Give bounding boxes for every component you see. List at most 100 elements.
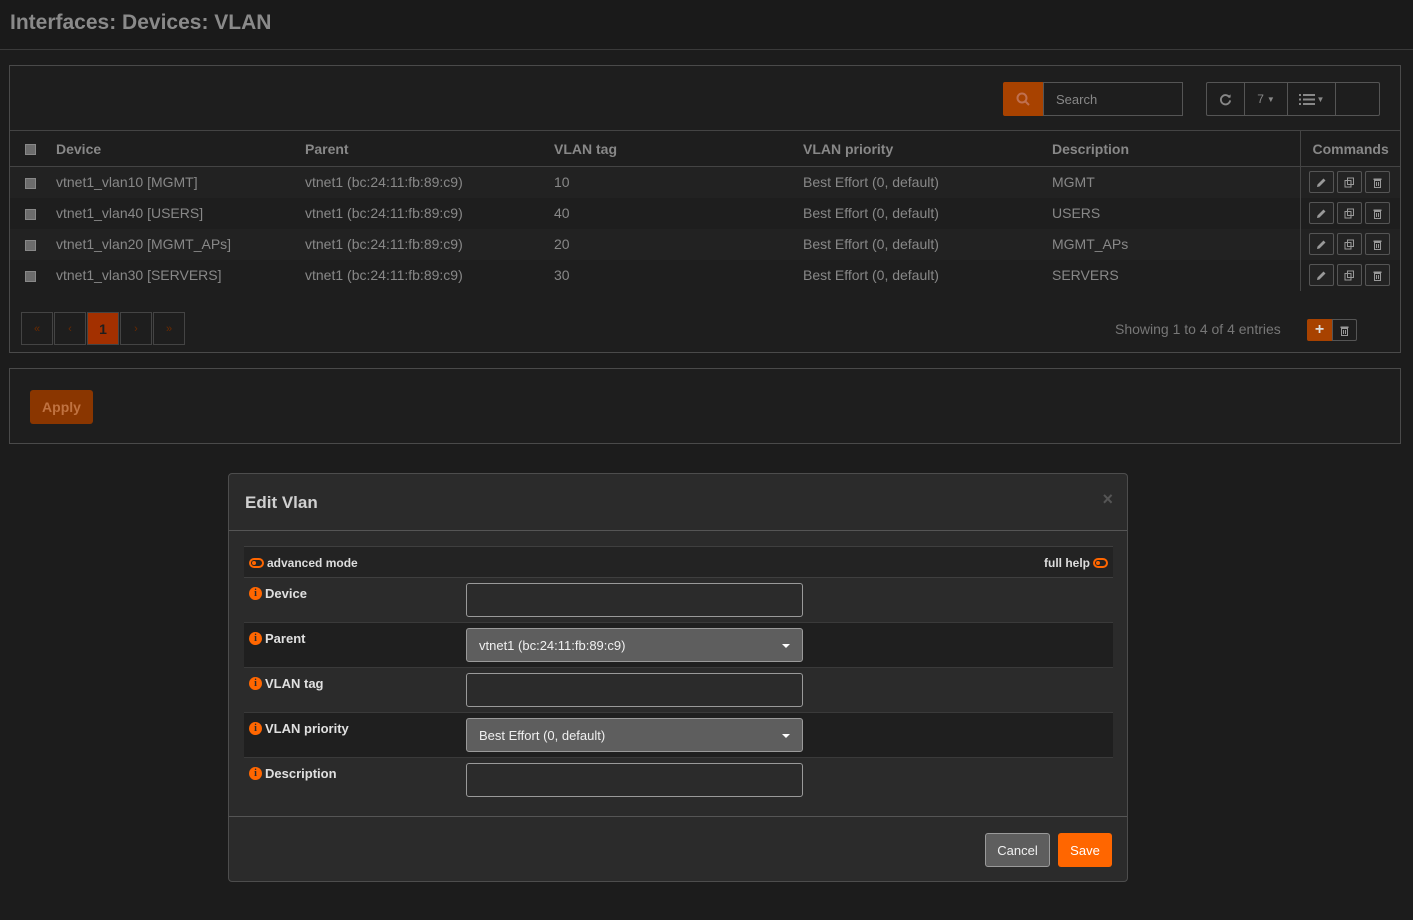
cell-commands xyxy=(1299,259,1400,291)
grid-toolbar: 7 ▼ ▼ xyxy=(1206,82,1380,116)
pencil-icon xyxy=(1316,178,1325,187)
cell-parent: vtnet1 (bc:24:11:fb:89:c9) xyxy=(299,197,548,229)
list-icon xyxy=(1298,93,1315,105)
table-row[interactable]: vtnet1_vlan30 [SERVERS] vtnet1 (bc:24:11… xyxy=(10,259,1400,291)
search-button[interactable] xyxy=(1003,82,1043,116)
edit-button[interactable] xyxy=(1308,233,1334,255)
copy-icon xyxy=(1344,270,1354,280)
apply-button[interactable]: Apply xyxy=(30,390,93,424)
header-description[interactable]: Description xyxy=(1046,130,1300,167)
info-icon[interactable]: i xyxy=(249,632,262,645)
columns-dropdown[interactable]: ▼ xyxy=(1288,83,1336,115)
extra-toolbar-button[interactable] xyxy=(1336,83,1379,115)
info-icon[interactable]: i xyxy=(249,677,262,690)
row-checkbox[interactable] xyxy=(24,178,36,190)
cell-vlan-priority: Best Effort (0, default) xyxy=(797,197,1046,229)
table-row[interactable]: vtnet1_vlan40 [USERS] vtnet1 (bc:24:11:f… xyxy=(10,197,1400,229)
save-button[interactable]: Save xyxy=(1058,833,1112,867)
cell-parent: vtnet1 (bc:24:11:fb:89:c9) xyxy=(299,259,548,291)
vlan-tag-input[interactable] xyxy=(466,673,803,707)
header-parent[interactable]: Parent xyxy=(299,130,548,167)
cell-device: vtnet1_vlan20 [MGMT_APs] xyxy=(50,228,299,260)
header-device[interactable]: Device xyxy=(50,130,299,167)
info-icon[interactable]: i xyxy=(249,767,262,780)
description-input[interactable] xyxy=(466,763,803,797)
info-icon[interactable]: i xyxy=(249,722,262,735)
edit-button[interactable] xyxy=(1308,202,1334,224)
search-input[interactable] xyxy=(1043,82,1183,116)
vlan-priority-select[interactable]: Best Effort (0, default) xyxy=(466,718,803,752)
row-count-dropdown[interactable]: 7 ▼ xyxy=(1245,83,1288,115)
cell-description: MGMT xyxy=(1046,166,1300,198)
trash-icon xyxy=(1373,271,1381,281)
cell-vlan-tag: 40 xyxy=(548,197,797,229)
form-mode-row: advanced mode full help xyxy=(244,546,1113,578)
clone-button[interactable] xyxy=(1336,264,1362,286)
table-header-row: Device Parent VLAN tag VLAN priority Des… xyxy=(10,130,1400,167)
row-checkbox[interactable] xyxy=(24,208,36,220)
clone-button[interactable] xyxy=(1336,233,1362,255)
page-next-button[interactable]: › xyxy=(120,312,152,345)
dialog-title: Edit Vlan xyxy=(245,493,318,512)
row-checkbox[interactable] xyxy=(24,239,36,251)
field-row-device: i Device xyxy=(244,578,1113,623)
cell-commands xyxy=(1299,228,1400,260)
device-input[interactable] xyxy=(466,583,803,617)
clone-button[interactable] xyxy=(1336,202,1362,224)
delete-button[interactable] xyxy=(1364,202,1390,224)
copy-icon xyxy=(1344,177,1354,188)
table-row[interactable]: vtnet1_vlan20 [MGMT_APs] vtnet1 (bc:24:1… xyxy=(10,228,1400,260)
header-vlan-priority[interactable]: VLAN priority xyxy=(797,130,1046,167)
edit-vlan-dialog: Edit Vlan × advanced mode full help i Dev… xyxy=(228,473,1128,882)
cell-device: vtnet1_vlan40 [USERS] xyxy=(50,197,299,229)
cell-vlan-tag: 20 xyxy=(548,228,797,260)
delete-button[interactable] xyxy=(1364,264,1390,286)
page-last-button[interactable]: » xyxy=(153,312,185,345)
chevron-down-icon: ▼ xyxy=(1266,94,1275,104)
parent-select[interactable]: vtnet1 (bc:24:11:fb:89:c9) xyxy=(466,628,803,662)
full-help-toggle[interactable]: full help xyxy=(1044,556,1108,570)
vlan-form: advanced mode full help i Device i Parent … xyxy=(244,546,1113,803)
page-first-button[interactable]: « xyxy=(21,312,53,345)
select-all-checkbox[interactable] xyxy=(24,144,36,156)
cell-description: MGMT_APs xyxy=(1046,228,1300,260)
header-vlan-tag[interactable]: VLAN tag xyxy=(548,130,797,167)
bulk-delete-button[interactable] xyxy=(1332,319,1357,341)
row-select-cell xyxy=(10,259,50,291)
field-row-description: i Description xyxy=(244,758,1113,803)
header-commands: Commands xyxy=(1299,130,1400,167)
trash-icon xyxy=(1373,209,1381,219)
row-select-cell xyxy=(10,166,50,198)
field-row-vlan-tag: i VLAN tag xyxy=(244,668,1113,713)
page-title: Interfaces: Devices: VLAN xyxy=(10,11,272,34)
row-checkbox[interactable] xyxy=(24,270,36,282)
refresh-button[interactable] xyxy=(1207,83,1245,115)
parent-select-value: vtnet1 (bc:24:11:fb:89:c9) xyxy=(479,637,626,653)
page-prev-button[interactable]: ‹ xyxy=(54,312,86,345)
cell-device: vtnet1_vlan30 [SERVERS] xyxy=(50,259,299,291)
clone-button[interactable] xyxy=(1336,171,1362,194)
vlan-table: Device Parent VLAN tag VLAN priority Des… xyxy=(10,130,1400,291)
info-icon[interactable]: i xyxy=(249,587,262,600)
page-current-button[interactable]: 1 xyxy=(87,312,119,345)
description-label: i Description xyxy=(249,766,337,781)
cell-vlan-tag: 10 xyxy=(548,166,797,198)
add-button[interactable]: + xyxy=(1307,319,1332,341)
cell-commands xyxy=(1299,166,1400,198)
delete-button[interactable] xyxy=(1364,233,1390,255)
field-row-parent: i Parent vtnet1 (bc:24:11:fb:89:c9) xyxy=(244,623,1113,668)
close-icon[interactable]: × xyxy=(1102,489,1113,510)
advanced-mode-toggle[interactable]: advanced mode xyxy=(249,556,358,570)
edit-button[interactable] xyxy=(1308,264,1334,286)
edit-button[interactable] xyxy=(1308,171,1334,194)
cell-description: SERVERS xyxy=(1046,259,1300,291)
delete-button[interactable] xyxy=(1364,171,1390,194)
cell-description: USERS xyxy=(1046,197,1300,229)
cancel-button[interactable]: Cancel xyxy=(985,833,1050,867)
page-header: Interfaces: Devices: VLAN xyxy=(0,0,1413,50)
trash-icon xyxy=(1340,326,1349,336)
table-row[interactable]: vtnet1_vlan10 [MGMT] vtnet1 (bc:24:11:fb… xyxy=(10,166,1400,198)
toggle-off-icon xyxy=(249,558,264,568)
chevron-down-icon: ▼ xyxy=(1316,94,1325,104)
trash-icon xyxy=(1373,178,1381,188)
